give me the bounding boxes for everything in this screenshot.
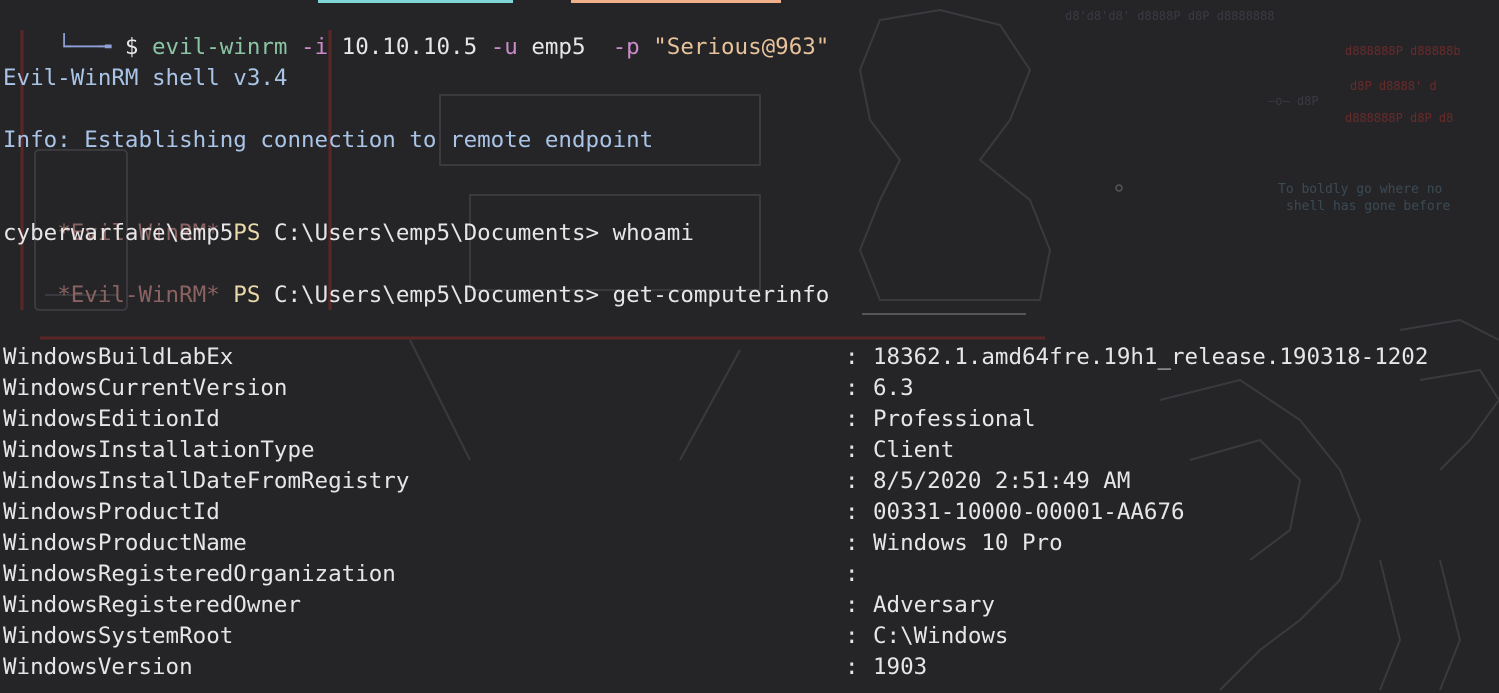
info-row: WindowsSystemRoot: C:\Windows xyxy=(3,621,1008,652)
session-prompt-1: *Evil-WinRM* PS C:\Users\emp5\Documents>… xyxy=(3,187,694,246)
terminal-window[interactable]: d888888P d88888b d8P d8888' d d888888P d… xyxy=(0,0,1499,693)
info-separator: : xyxy=(845,344,859,370)
info-separator: : xyxy=(845,623,859,649)
info-row: WindowsRegisteredOwner: Adversary xyxy=(3,590,995,621)
info-value: Client xyxy=(873,437,955,463)
info-row: WindowsBuildLabEx:18362.1.amd64fre.19h1_… xyxy=(3,342,1428,373)
info-separator: : xyxy=(845,592,859,618)
info-separator: : xyxy=(845,561,859,587)
info-row: WindowsEditionId: Professional xyxy=(3,404,1036,435)
info-value: 00331-10000-00001-AA676 xyxy=(873,499,1185,525)
wallpaper-quote-line1: To boldly go where no xyxy=(1278,182,1442,197)
info-row: WindowsInstallationType: Client xyxy=(3,435,954,466)
info-value: 6.3 xyxy=(873,375,914,401)
prompt-dollar: $ xyxy=(124,34,139,60)
ps-label: PS xyxy=(233,282,261,308)
flag-user: -u xyxy=(490,34,518,60)
svg-text:d8'd8'd8' d8888P d8P d8888: d8'd8'd8' d8888P d8P d8888888 xyxy=(1065,9,1275,23)
info-key: WindowsRegisteredOwner xyxy=(3,592,302,618)
flag-ip: -i xyxy=(301,34,329,60)
info-key: WindowsProductName xyxy=(3,530,247,556)
svg-text:d8P d8888' d: d8P d8888' d xyxy=(1350,79,1437,93)
info-key: WindowsSystemRoot xyxy=(3,623,234,649)
info-row: WindowsCurrentVersion:6.3 xyxy=(3,373,914,404)
prompt-path: C:\Users\emp5\Documents> xyxy=(273,220,600,246)
ip-address: 10.10.10.5 xyxy=(341,34,478,60)
command-line: └──╼ $ evil-winrm -i 10.10.10.5 -u emp5 … xyxy=(3,1,829,60)
typed-command: get-computerinfo xyxy=(612,282,830,308)
info-separator: : xyxy=(845,499,859,525)
info-key: WindowsInstallDateFromRegistry xyxy=(3,468,410,494)
info-value: Windows 10 Pro xyxy=(873,530,1063,556)
info-key: WindowsVersion xyxy=(3,654,193,680)
info-key: WindowsInstallationType xyxy=(3,437,315,463)
info-separator: : xyxy=(845,406,859,432)
wallpaper-quote-line2: shell has gone before xyxy=(1286,199,1451,214)
info-value: 1903 xyxy=(873,654,928,680)
info-separator: : xyxy=(845,654,859,680)
ps-label: PS xyxy=(233,220,261,246)
info-row: WindowsVersion:1903 xyxy=(3,652,927,683)
prompt-art: └──╼ xyxy=(57,34,112,60)
info-key: WindowsProductId xyxy=(3,499,220,525)
svg-text:d888888P d88888b: d888888P d88888b xyxy=(1345,44,1461,58)
info-key: WindowsRegisteredOrganization xyxy=(3,561,396,587)
program-name: evil-winrm xyxy=(152,34,288,60)
info-value: 8/5/2020 2:51:49 AM xyxy=(873,468,1131,494)
prompt-tag: *Evil-WinRM* xyxy=(57,282,220,308)
info-text: Info: Establishing connection to remote … xyxy=(3,127,654,153)
info-row: WindowsRegisteredOrganization: xyxy=(3,559,873,590)
info-key: WindowsBuildLabEx xyxy=(3,344,234,370)
info-value: Professional xyxy=(873,406,1036,432)
session-prompt-2: *Evil-WinRM* PS C:\Users\emp5\Documents>… xyxy=(3,249,829,308)
password-string: "Serious@963" xyxy=(653,34,830,60)
prompt-path: C:\Users\emp5\Documents> xyxy=(273,282,600,308)
whoami-output: cyberwarfare\emp5 xyxy=(3,220,234,246)
info-key: WindowsEditionId xyxy=(3,406,220,432)
info-value: Adversary xyxy=(873,592,995,618)
info-separator: : xyxy=(845,375,859,401)
banner-text: Evil-WinRM shell v3.4 xyxy=(3,65,288,91)
svg-text:—o— d8P: —o— d8P xyxy=(1268,94,1319,108)
info-value: C:\Windows xyxy=(873,623,1009,649)
typed-command: whoami xyxy=(612,220,694,246)
info-value: 18362.1.amd64fre.19h1_release.190318-120… xyxy=(873,344,1429,370)
info-separator: : xyxy=(845,468,859,494)
svg-text:d888888P d8P d8: d888888P d8P d8 xyxy=(1345,111,1453,125)
info-row: WindowsProductId:00331-10000-00001-AA676 xyxy=(3,497,1185,528)
info-row: WindowsInstallDateFromRegistry:8/5/2020 … xyxy=(3,466,1130,497)
flag-password: -p xyxy=(612,34,640,60)
username: emp5 xyxy=(531,34,586,60)
info-row: WindowsProductName: Windows 10 Pro xyxy=(3,528,1063,559)
info-separator: : xyxy=(845,437,859,463)
info-separator: : xyxy=(845,530,859,556)
info-key: WindowsCurrentVersion xyxy=(3,375,288,401)
